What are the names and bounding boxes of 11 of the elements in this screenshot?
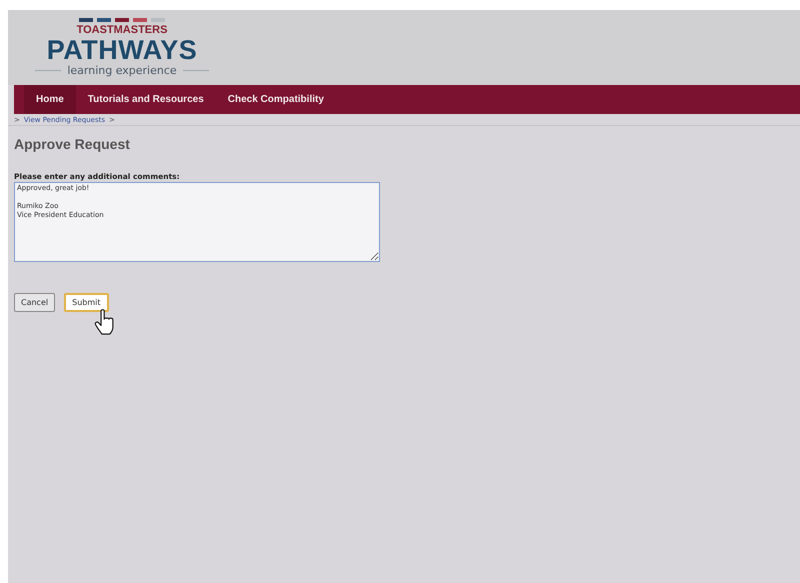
cancel-button[interactable]: Cancel xyxy=(14,293,56,312)
nav-item[interactable]: Home xyxy=(24,85,76,114)
submit-button[interactable]: Submit xyxy=(64,293,108,312)
nav-item[interactable]: Tutorials and Resources xyxy=(76,85,216,114)
logo-tagline: learning experience xyxy=(67,64,177,77)
logo-overline: TOASTMASTERS xyxy=(76,24,168,36)
page-title: Approve Request xyxy=(14,136,131,152)
hand-cursor-icon xyxy=(94,308,116,335)
logo-title: PATHWAYS xyxy=(46,36,198,64)
color-bars-icon xyxy=(79,18,165,22)
nav-item[interactable]: Check Compatibility xyxy=(216,85,336,114)
